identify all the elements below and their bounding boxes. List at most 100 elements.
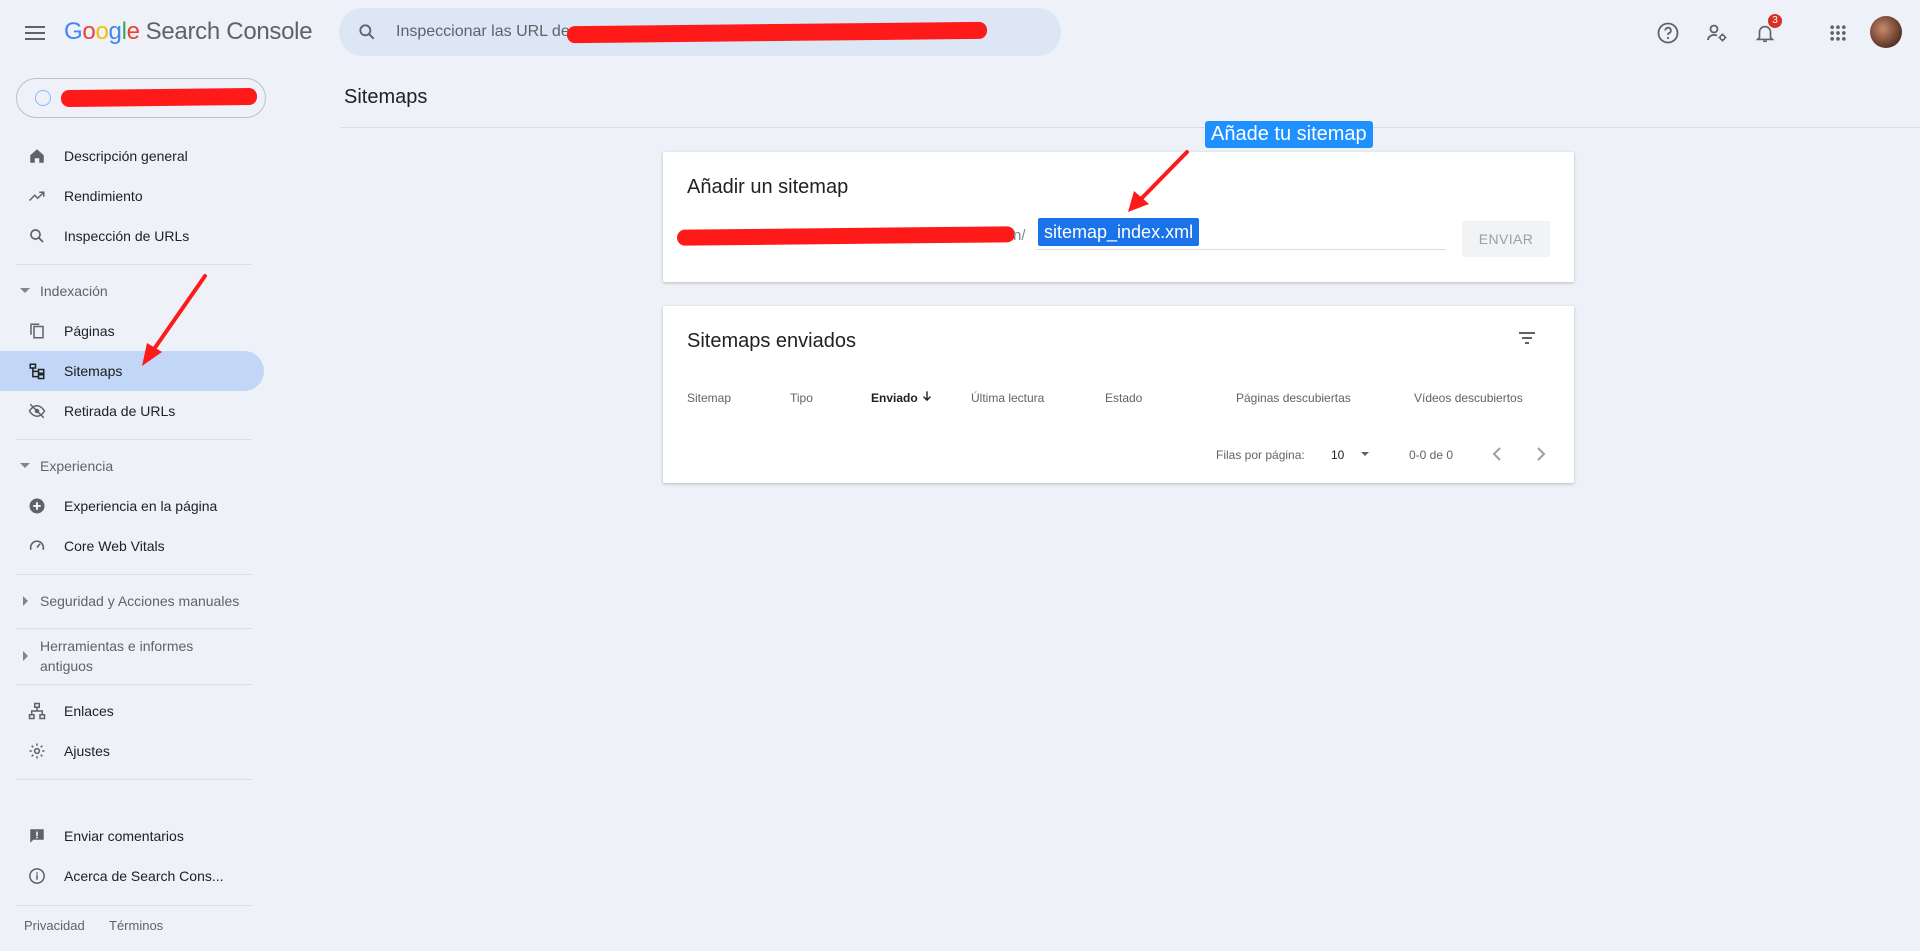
sidebar-item-label: Experiencia en la página xyxy=(64,498,218,514)
gear-icon xyxy=(28,742,46,760)
settings-account-icon[interactable] xyxy=(1702,18,1732,48)
section-legacy-tools[interactable]: Herramientas e informes antiguos xyxy=(0,636,264,676)
sitemap-url-value: sitemap_index.xml xyxy=(1038,218,1200,246)
sidebar-item-overview[interactable]: Descripción general xyxy=(0,136,264,176)
info-icon xyxy=(28,867,46,885)
gauge-icon xyxy=(28,537,46,555)
column-header-last-read[interactable]: Última lectura xyxy=(971,391,1044,405)
sidebar-item-page-experience[interactable]: Experiencia en la página xyxy=(0,486,264,526)
sidebar-item-label: Retirada de URLs xyxy=(64,403,176,419)
chevron-down-icon xyxy=(1361,452,1369,456)
chevron-right-icon[interactable] xyxy=(1529,442,1553,466)
sidebar-item-feedback[interactable]: Enviar comentarios xyxy=(0,816,264,856)
sidebar-item-links[interactable]: Enlaces xyxy=(0,691,264,731)
pages-icon xyxy=(28,322,46,340)
rows-per-page-value: 10 xyxy=(1331,448,1345,462)
search-icon xyxy=(359,24,375,40)
feedback-icon xyxy=(28,827,46,845)
logo-letter: g xyxy=(108,18,122,45)
column-header-status[interactable]: Estado xyxy=(1105,391,1142,405)
redaction-mark xyxy=(676,226,1016,246)
sidebar-item-about[interactable]: Acerca de Search Cons... xyxy=(0,856,264,896)
annotation-callout: Añade tu sitemap xyxy=(1205,121,1373,148)
eye-off-icon xyxy=(28,402,46,420)
sidebar-item-settings[interactable]: Ajustes xyxy=(0,731,264,771)
divider xyxy=(16,439,252,440)
sidebar-item-label: Páginas xyxy=(64,323,115,339)
avatar[interactable] xyxy=(1870,16,1902,48)
divider xyxy=(16,264,252,265)
url-inspection-search-input[interactable]: Inspeccionar las URL de xyxy=(339,8,1061,56)
divider xyxy=(16,779,252,780)
logo-letter: o xyxy=(82,18,96,45)
globe-icon xyxy=(35,90,51,106)
help-icon[interactable] xyxy=(1653,18,1683,48)
search-icon xyxy=(28,227,46,245)
sidebar-item-label: Rendimiento xyxy=(64,188,143,204)
rows-per-page-label: Filas por página: xyxy=(1216,448,1305,462)
divider xyxy=(16,574,252,575)
sidebar-item-removals[interactable]: Retirada de URLs xyxy=(0,391,264,431)
chevron-left-icon[interactable] xyxy=(1485,442,1509,466)
section-security[interactable]: Seguridad y Acciones manuales xyxy=(0,591,264,611)
section-label: Indexación xyxy=(40,283,108,299)
sitemap-icon xyxy=(28,362,46,380)
redaction-mark xyxy=(566,21,988,44)
sidebar-item-label: Inspección de URLs xyxy=(64,228,190,244)
chevron-down-icon xyxy=(20,288,30,293)
apps-icon[interactable] xyxy=(1823,18,1853,48)
divider xyxy=(340,127,1920,128)
submitted-sitemaps-card: Sitemaps enviados Sitemap Tipo Enviado Ú… xyxy=(663,306,1574,483)
chevron-right-icon xyxy=(23,596,28,606)
trending-up-icon xyxy=(28,187,46,205)
sidebar-item-label: Acerca de Search Cons... xyxy=(64,868,224,884)
rows-per-page-select[interactable]: 10 xyxy=(1331,442,1381,466)
menu-icon[interactable] xyxy=(22,20,48,46)
home-icon xyxy=(28,147,46,165)
sidebar-item-url-inspection[interactable]: Inspección de URLs xyxy=(0,216,264,256)
section-label: Seguridad y Acciones manuales xyxy=(40,593,240,609)
plus-circle-icon xyxy=(28,497,46,515)
section-label: Experiencia xyxy=(40,458,114,474)
column-header-submitted[interactable]: Enviado xyxy=(871,391,918,405)
section-label: antiguos xyxy=(40,658,93,674)
column-header-discovered-pages[interactable]: Páginas descubiertas xyxy=(1236,391,1351,405)
sidebar-item-core-web-vitals[interactable]: Core Web Vitals xyxy=(0,526,264,566)
chevron-down-icon xyxy=(20,463,30,468)
logo-letter: G xyxy=(64,18,83,45)
column-header-type[interactable]: Tipo xyxy=(790,391,813,405)
privacy-link[interactable]: Privacidad xyxy=(24,918,85,933)
card-title: Sitemaps enviados xyxy=(687,330,856,352)
links-icon xyxy=(28,702,46,720)
sidebar-item-label: Enlaces xyxy=(64,703,114,719)
column-header-discovered-videos[interactable]: Vídeos descubiertos xyxy=(1414,391,1523,405)
terms-link[interactable]: Términos xyxy=(109,918,163,933)
logo-letter: o xyxy=(95,18,109,45)
logo-product-name: Search Console xyxy=(145,18,313,45)
sidebar-item-label: Sitemaps xyxy=(64,363,123,379)
sitemap-url-input[interactable]: sitemap_index.xml xyxy=(1036,218,1446,250)
logo-letter: e xyxy=(126,18,140,45)
divider xyxy=(16,905,252,906)
page-title: Sitemaps xyxy=(344,86,428,108)
section-indexing[interactable]: Indexación xyxy=(0,281,264,301)
section-label: Herramientas e informes xyxy=(40,638,194,654)
sidebar-item-sitemaps[interactable]: Sitemaps xyxy=(0,351,264,391)
sidebar-item-performance[interactable]: Rendimiento xyxy=(0,176,264,216)
search-console-logo[interactable]: Google Search Console xyxy=(64,18,313,46)
divider xyxy=(16,684,252,685)
notifications-icon[interactable]: 3 xyxy=(1750,14,1782,48)
section-experience[interactable]: Experiencia xyxy=(0,456,264,476)
notification-badge: 3 xyxy=(1768,14,1782,28)
sidebar-item-label: Ajustes xyxy=(64,743,110,759)
divider xyxy=(16,628,252,629)
property-selector[interactable] xyxy=(16,78,266,118)
pagination-range: 0-0 de 0 xyxy=(1409,448,1454,462)
submit-button[interactable]: ENVIAR xyxy=(1462,221,1550,257)
url-prefix-suffix: n/ xyxy=(1013,227,1026,244)
filter-icon[interactable] xyxy=(1515,326,1539,350)
sidebar-item-label: Descripción general xyxy=(64,148,188,164)
top-app-bar: Google Search Console Inspeccionar las UR… xyxy=(0,0,1920,66)
column-header-sitemap[interactable]: Sitemap xyxy=(687,391,731,405)
sidebar-item-pages[interactable]: Páginas xyxy=(0,311,264,351)
